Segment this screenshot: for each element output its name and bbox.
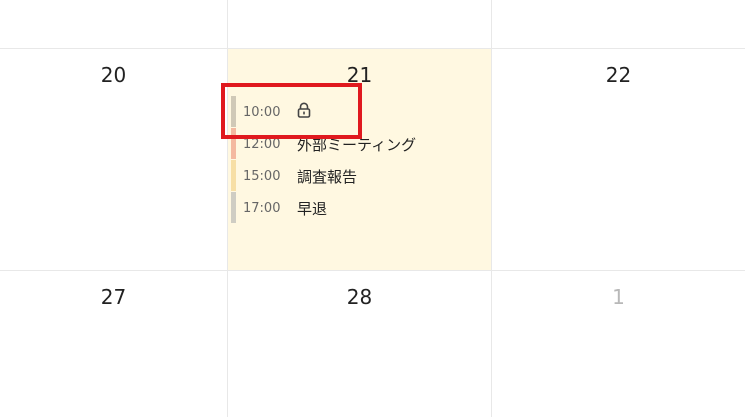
event-color-bar bbox=[231, 160, 236, 191]
day-number: 22 bbox=[605, 63, 632, 87]
event-item[interactable]: 17:00 早退 bbox=[231, 192, 487, 223]
day-number: 28 bbox=[346, 285, 373, 309]
day-cell[interactable] bbox=[492, 0, 745, 48]
day-cell[interactable] bbox=[228, 0, 491, 48]
event-item-private[interactable]: 10:00 bbox=[231, 96, 487, 127]
day-cell-28[interactable]: 28 bbox=[228, 271, 491, 417]
day-cell-20[interactable]: 20 bbox=[0, 49, 227, 270]
day-cell-22[interactable]: 22 bbox=[492, 49, 745, 270]
event-time: 17:00 bbox=[243, 200, 281, 216]
event-title: 早退 bbox=[297, 199, 328, 218]
day-number: 1 bbox=[612, 285, 625, 309]
day-cell-1-next-month[interactable]: 1 bbox=[492, 271, 745, 417]
event-color-bar bbox=[231, 128, 236, 159]
day-cell[interactable] bbox=[0, 0, 227, 48]
day-cell-27[interactable]: 27 bbox=[0, 271, 227, 417]
lock-icon bbox=[297, 102, 311, 122]
event-item[interactable]: 12:00 外部ミーティング bbox=[231, 128, 487, 159]
event-color-bar bbox=[231, 96, 236, 127]
event-color-bar bbox=[231, 192, 236, 223]
day-number: 20 bbox=[100, 63, 127, 87]
event-time: 10:00 bbox=[243, 104, 281, 120]
event-list: 10:00 12:00 外部ミーティング 15:00 調査報告 17:00 早退 bbox=[231, 96, 487, 229]
day-number: 27 bbox=[100, 285, 127, 309]
event-time: 15:00 bbox=[243, 168, 281, 184]
event-title: 調査報告 bbox=[297, 167, 358, 186]
event-title: 外部ミーティング bbox=[297, 135, 417, 154]
event-time: 12:00 bbox=[243, 136, 281, 152]
day-number: 21 bbox=[346, 63, 373, 87]
month-calendar-grid: 20 21 10:00 12:00 外部ミーティング 15:00 調査報告 17… bbox=[0, 0, 745, 417]
event-item[interactable]: 15:00 調査報告 bbox=[231, 160, 487, 191]
day-cell-21-today[interactable]: 21 10:00 12:00 外部ミーティング 15:00 調査報告 17:00… bbox=[228, 49, 491, 270]
